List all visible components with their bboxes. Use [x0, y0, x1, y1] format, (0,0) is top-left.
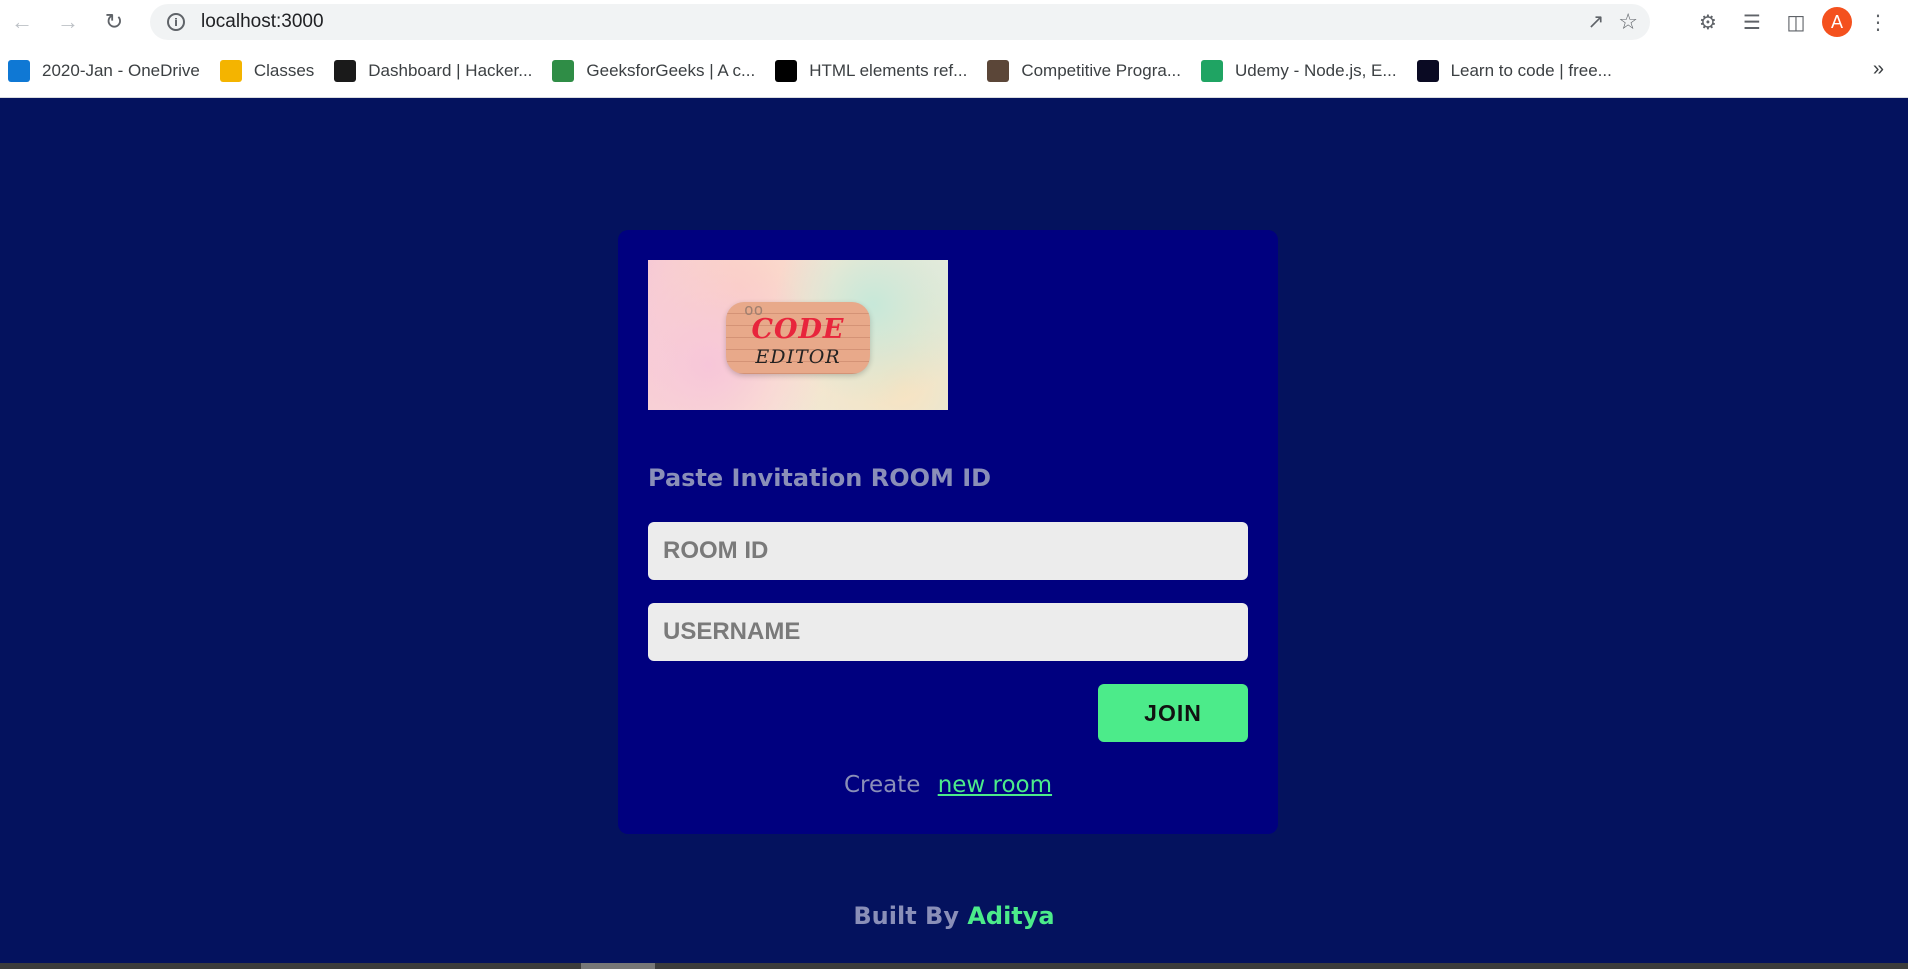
footer-prefix: Built By [853, 902, 959, 930]
reading-list-icon[interactable]: ☰ [1734, 4, 1770, 40]
onedrive-icon [8, 59, 30, 82]
mdn-icon [775, 59, 798, 82]
horizontal-scrollbar[interactable] [0, 963, 1908, 969]
bookmark-label: GeeksforGeeks | A c... [586, 60, 756, 80]
bookmark-item[interactable]: Learn to code | free... [1416, 59, 1612, 82]
logo-line-code: CODE [751, 314, 845, 345]
logo-badge: oo CODE EDITOR [726, 300, 870, 374]
join-button[interactable]: JOIN [1098, 684, 1248, 742]
geeksforgeeks-icon [552, 59, 575, 82]
room-id-input[interactable] [648, 522, 1248, 580]
create-room-line: Create new room [618, 772, 1278, 798]
code-editor-logo: oo CODE EDITOR [648, 260, 948, 410]
reload-icon[interactable]: ↻ [96, 4, 132, 40]
google-drive-icon [1201, 59, 1223, 82]
bookmark-item[interactable]: HTML elements ref... [775, 59, 968, 82]
footer-author: Aditya [967, 902, 1055, 930]
site-info-icon[interactable]: i [167, 13, 185, 31]
forward-icon[interactable]: → [50, 4, 86, 40]
username-input[interactable] [648, 603, 1248, 661]
classroom-icon [219, 59, 242, 82]
bookmark-item[interactable]: Udemy - Node.js, E... [1201, 59, 1397, 82]
bookmark-label: Classes [253, 60, 315, 80]
more-bookmarks-button[interactable]: » [1873, 58, 1884, 81]
back-icon[interactable]: ← [4, 4, 40, 40]
bookmark-label: Learn to code | free... [1450, 60, 1612, 80]
join-card: oo CODE EDITOR Paste Invitation ROOM ID … [618, 230, 1278, 834]
create-text: Create [843, 772, 921, 798]
bookmark-item[interactable]: Classes [219, 59, 315, 82]
bookmark-label: Competitive Progra... [1021, 60, 1181, 80]
bookmark-label: HTML elements ref... [809, 60, 968, 80]
extensions-icon[interactable]: ⚙ [1690, 4, 1726, 40]
bookmark-item[interactable]: 2020-Jan - OneDrive [8, 59, 200, 82]
bookmark-label: 2020-Jan - OneDrive [42, 60, 200, 80]
scrollbar-thumb[interactable] [581, 963, 655, 969]
bookmark-star-icon[interactable]: ☆ [1618, 9, 1638, 35]
bookmark-item[interactable]: GeeksforGeeks | A c... [552, 59, 756, 82]
page-content: oo CODE EDITOR Paste Invitation ROOM ID … [0, 98, 1908, 963]
form-heading: Paste Invitation ROOM ID [648, 464, 992, 492]
footer-credit: Built By Aditya [0, 902, 1908, 930]
freecodecamp-icon [1416, 59, 1439, 82]
hackerrank-icon [334, 59, 357, 82]
browser-toolbar: ← → ↻ i localhost:3000 ↗ ☆ ⚙ ☰ ◫ A ⋮ [0, 0, 1908, 44]
url-text[interactable]: localhost:3000 [201, 11, 324, 33]
codechef-icon [987, 59, 1010, 82]
profile-avatar[interactable]: A [1822, 7, 1852, 37]
bookmark-item[interactable]: Dashboard | Hacker... [334, 59, 533, 82]
logo-line-editor: EDITOR [755, 346, 841, 368]
bookmark-label: Dashboard | Hacker... [368, 60, 533, 80]
bookmark-label: Udemy - Node.js, E... [1235, 60, 1397, 80]
new-room-link[interactable]: new room [938, 772, 1052, 798]
bookmark-item[interactable]: Competitive Progra... [987, 59, 1181, 82]
menu-icon[interactable]: ⋮ [1860, 4, 1896, 40]
share-icon[interactable]: ↗ [1588, 9, 1605, 35]
address-bar[interactable]: i localhost:3000 ↗ ☆ [150, 4, 1650, 40]
side-panel-icon[interactable]: ◫ [1778, 4, 1814, 40]
bookmarks-bar: 2020-Jan - OneDrive Classes Dashboard | Ha… [0, 44, 1908, 98]
